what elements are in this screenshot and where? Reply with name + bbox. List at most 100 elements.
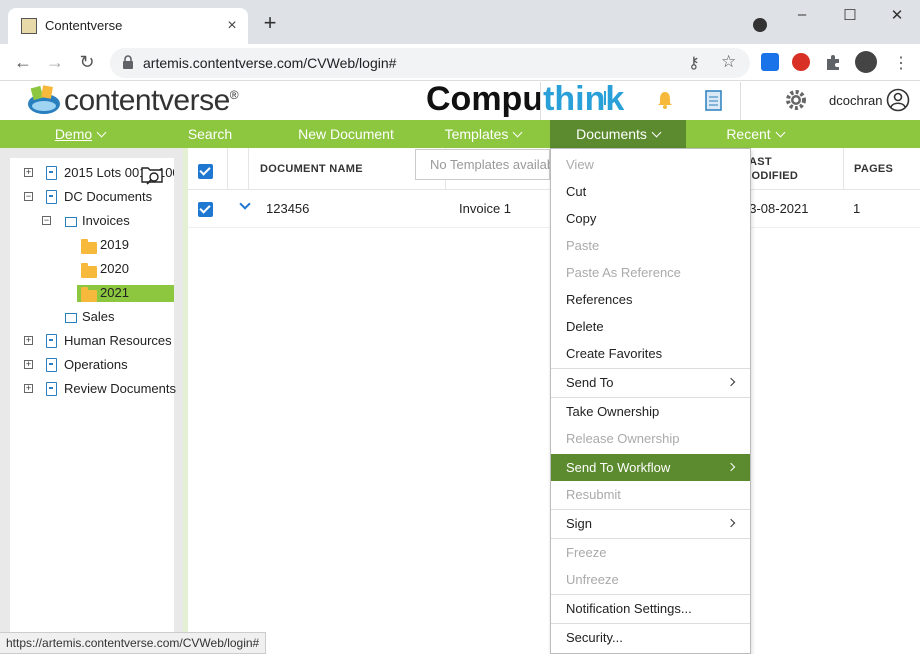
no-templates-text: No Templates available [430, 157, 565, 172]
column-header-document-name[interactable]: DOCUMENT NAME [260, 163, 363, 175]
column-header-pages[interactable]: PAGES [854, 163, 893, 175]
expand-icon[interactable]: + [24, 336, 33, 345]
profile-avatar-icon[interactable] [855, 51, 877, 73]
menu-item-create-favorites[interactable]: Create Favorites [551, 340, 750, 367]
menu-item-take-ownership[interactable]: Take Ownership [551, 398, 750, 425]
tree-item-2020[interactable]: 2020 [100, 259, 129, 279]
menu-item-freeze[interactable]: Freeze [551, 539, 750, 566]
folder-icon [81, 239, 97, 254]
menu-item-cut[interactable]: Cut [551, 178, 750, 205]
app-header: contentverse® Computhink dcochran [0, 80, 920, 120]
select-all-checkbox[interactable] [198, 164, 213, 179]
maximize-button[interactable]: ☐ [836, 6, 864, 28]
extension-shield-icon[interactable] [761, 53, 779, 71]
back-button[interactable]: ← [11, 51, 35, 75]
new-tab-button[interactable]: + [258, 12, 282, 36]
contentverse-logo-icon [28, 85, 60, 114]
notification-bell-icon[interactable] [655, 90, 675, 110]
computhink-logo: Computhink [426, 80, 625, 118]
menu-item-paste-as-reference[interactable]: Paste As Reference [551, 259, 750, 286]
menu-item-references[interactable]: References [551, 286, 750, 313]
close-window-button[interactable]: ✕ [883, 6, 911, 28]
menu-search[interactable]: Search [180, 120, 240, 148]
menu-item-send-to[interactable]: Send To [551, 369, 750, 396]
drawer-icon [65, 217, 77, 227]
tree-item-human-resources[interactable]: Human Resources [64, 331, 172, 351]
menu-item-send-to-workflow[interactable]: Send To Workflow [551, 454, 750, 481]
drawer-icon [65, 313, 77, 323]
menu-documents[interactable]: Documents [550, 120, 686, 148]
menu-item-sign[interactable]: Sign [551, 510, 750, 537]
menu-demo[interactable]: Demo [40, 120, 120, 148]
menu-item-resubmit[interactable]: Resubmit [551, 481, 750, 508]
documents-context-menu: View Cut Copy Paste Paste As Reference R… [550, 148, 751, 654]
chevron-down-icon [775, 127, 786, 138]
header-divider [540, 82, 541, 120]
tree-item-operations[interactable]: Operations [64, 355, 128, 375]
collapse-icon[interactable]: − [42, 216, 51, 225]
cell-last-modified: 03-08-2021 [742, 201, 809, 216]
chevron-down-icon [651, 127, 662, 138]
bookmark-star-icon[interactable]: ☆ [721, 52, 736, 72]
expand-icon[interactable]: + [24, 384, 33, 393]
templates-dropdown: No Templates available [415, 149, 564, 180]
header-divider [740, 82, 741, 120]
folder-tree: + 2015 Lots 001 - 100 − DC Documents − I… [10, 158, 176, 654]
tree-item-dc-documents[interactable]: DC Documents [64, 187, 152, 207]
browser-tab[interactable]: Contentverse × [8, 8, 248, 44]
menu-item-copy[interactable]: Copy [551, 205, 750, 232]
cabinet-icon [46, 358, 57, 372]
cabinet-icon [46, 334, 57, 348]
browser-tabbar: Contentverse × + – ☐ ✕ [0, 0, 920, 44]
tab-close-icon[interactable]: × [222, 16, 242, 36]
menu-item-paste[interactable]: Paste [551, 232, 750, 259]
cabinet-icon [46, 190, 57, 204]
folder-icon [81, 287, 97, 302]
tree-item-2019[interactable]: 2019 [100, 235, 129, 255]
tree-item-review-documents[interactable]: Review Documents [64, 379, 176, 399]
cabinet-icon [46, 166, 57, 180]
collapse-icon[interactable]: − [24, 192, 33, 201]
folder-icon [81, 263, 97, 278]
menu-item-notification-settings[interactable]: Notification Settings... [551, 595, 750, 622]
forward-button[interactable]: → [43, 51, 67, 75]
menu-item-unfreeze[interactable]: Unfreeze [551, 566, 750, 593]
expand-icon[interactable]: + [24, 168, 33, 177]
tree-item-2021[interactable]: 2021 [100, 283, 129, 303]
address-bar[interactable]: artemis.contentverse.com/CVWeb/login# ⚷ … [110, 48, 750, 78]
list-icon [604, 91, 618, 105]
column-header-last-modified[interactable]: LAST MODIFIED [742, 155, 812, 183]
chevron-right-icon [726, 462, 736, 472]
menu-recent[interactable]: Recent [715, 120, 795, 148]
lock-icon [123, 55, 133, 69]
reload-button[interactable]: ↻ [75, 51, 99, 75]
profile-menu-icon[interactable] [753, 18, 767, 32]
menu-item-delete[interactable]: Delete [551, 313, 750, 340]
column-divider [227, 148, 228, 190]
cell-pages: 1 [853, 201, 861, 216]
minimize-button[interactable]: – [788, 6, 816, 28]
settings-gear-icon[interactable] [784, 88, 808, 112]
menu-templates[interactable]: Templates [433, 120, 533, 148]
extensions-puzzle-icon[interactable] [824, 53, 842, 71]
expand-icon[interactable]: + [24, 360, 33, 369]
menu-item-release-ownership[interactable]: Release Ownership [551, 425, 750, 452]
tree-item-sales[interactable]: Sales [82, 307, 115, 327]
user-avatar-icon[interactable] [886, 88, 910, 112]
document-list-icon[interactable] [704, 89, 724, 113]
contentverse-logo[interactable]: contentverse® [64, 84, 239, 118]
chevron-down-icon [512, 127, 523, 138]
browser-menu-icon[interactable]: ⋮ [893, 53, 909, 73]
url-text: artemis.contentverse.com/CVWeb/login# [143, 55, 397, 71]
key-icon[interactable]: ⚷ [688, 53, 700, 73]
folder-tree-panel: + 2015 Lots 001 - 100 − DC Documents − I… [0, 148, 183, 654]
tab-title: Contentverse [45, 18, 123, 33]
menu-item-security[interactable]: Security... [551, 624, 750, 651]
tree-item-invoices[interactable]: Invoices [82, 211, 130, 231]
menu-new-document[interactable]: New Document [290, 120, 402, 148]
row-checkbox[interactable] [198, 202, 213, 217]
menu-item-view[interactable]: View [551, 151, 750, 178]
main-menu: Demo Search New Document Templates Docum… [0, 120, 920, 148]
extension-block-icon[interactable] [792, 53, 810, 71]
user-name[interactable]: dcochran [829, 93, 882, 108]
